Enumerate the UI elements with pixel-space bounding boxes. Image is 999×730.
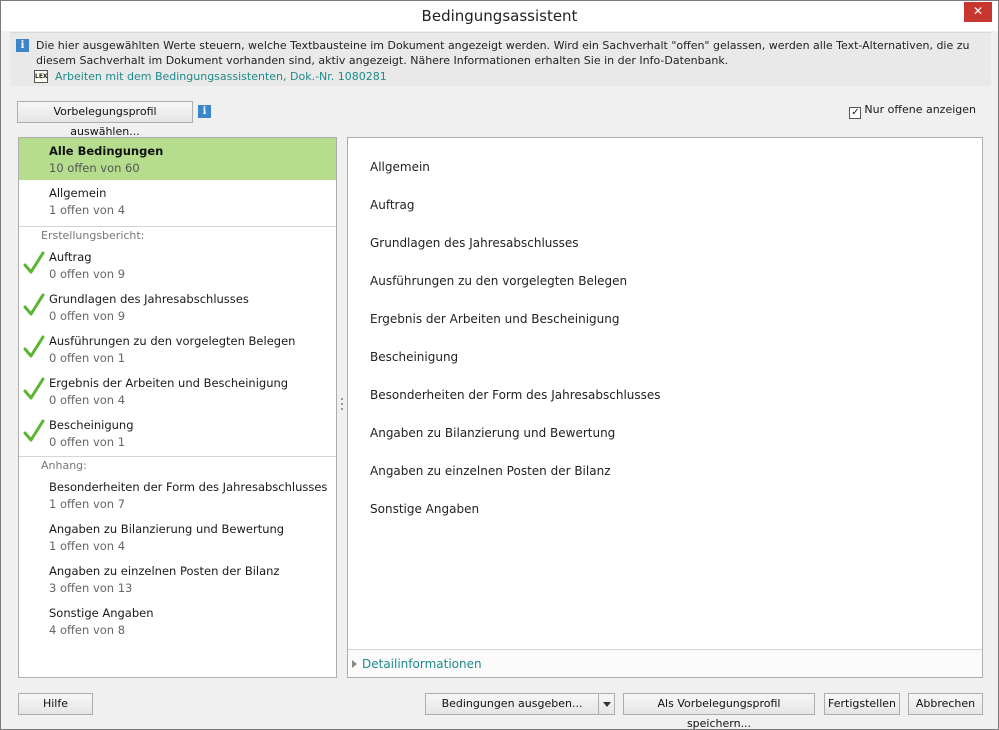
list-item-title: Angaben zu einzelnen Posten der Bilanz — [49, 564, 280, 578]
window-title: Bedingungsassistent — [421, 7, 578, 25]
divider — [19, 456, 336, 457]
list-item-title: Angaben zu Bilanzierung und Bewertung — [49, 522, 285, 536]
info-bar: i Die hier ausgewählten Werte steuern, w… — [10, 32, 991, 86]
list-item-title: Sonstige Angaben — [49, 606, 154, 620]
list-item-status: 0 offen von 9 — [49, 267, 126, 281]
list-item-title: Bescheinigung — [49, 418, 134, 432]
list-item-title: Ergebnis der Arbeiten und Bescheinigung — [49, 376, 289, 390]
list-item-allgemein[interactable]: Allgemein 1 offen von 4 — [19, 180, 336, 222]
save-profile-button[interactable]: Als Vorbelegungsprofil speichern... — [623, 693, 815, 730]
cancel-button[interactable]: Abbrechen — [908, 693, 983, 715]
section-label-anhang: Anhang: — [41, 459, 87, 472]
list-item-bescheinigung[interactable]: Bescheinigung 0 offen von 1 — [19, 412, 336, 454]
list-item-besonderheiten[interactable]: Besonderheiten der Form des Jahresabschl… — [19, 474, 336, 516]
list-item-title: Ausführungen zu den vorgelegten Belegen — [49, 334, 296, 348]
check-icon — [23, 293, 45, 316]
list-item-title: Besonderheiten der Form des Jahresabschl… — [49, 480, 328, 494]
list-item-ergebnis[interactable]: Ergebnis der Arbeiten und Bescheinigung … — [19, 370, 336, 412]
list-item-title: Alle Bedingungen — [49, 144, 164, 158]
info-icon: i — [16, 39, 29, 52]
list-item-grundlagen[interactable]: Grundlagen des Jahresabschlusses 0 offen… — [19, 286, 336, 328]
check-icon — [23, 377, 45, 400]
profile-info-icon[interactable]: i — [198, 105, 211, 118]
group-heading-allgemein[interactable]: Allgemein — [370, 160, 430, 174]
list-item-status: 1 offen von 4 — [49, 539, 126, 553]
list-item-title: Auftrag — [49, 250, 92, 264]
detail-info-expander[interactable]: Detailinformationen — [348, 649, 982, 677]
only-open-label: Nur offene anzeigen — [864, 103, 976, 116]
group-heading-posten-bilanz[interactable]: Angaben zu einzelnen Posten der Bilanz — [370, 464, 611, 478]
info-text: Die hier ausgewählten Werte steuern, wel… — [36, 39, 970, 67]
info-database-link[interactable]: Arbeiten mit dem Bedingungsassistenten, … — [55, 70, 387, 83]
list-item-status: 0 offen von 4 — [49, 393, 126, 407]
group-heading-besonderheiten[interactable]: Besonderheiten der Form des Jahresabschl… — [370, 388, 661, 402]
detail-info-label: Detailinformationen — [362, 657, 482, 671]
group-heading-ergebnis[interactable]: Ergebnis der Arbeiten und Bescheinigung — [370, 312, 619, 326]
close-button[interactable]: ✕ — [964, 2, 992, 22]
panel-splitter[interactable] — [340, 398, 344, 416]
list-item-title: Allgemein — [49, 186, 107, 200]
list-item-status: 10 offen von 60 — [49, 161, 140, 175]
list-item-status: 1 offen von 7 — [49, 497, 126, 511]
list-item-status: 3 offen von 13 — [49, 581, 133, 595]
group-heading-ausfuehrungen[interactable]: Ausführungen zu den vorgelegten Belegen — [370, 274, 627, 288]
list-item-auftrag[interactable]: Auftrag 0 offen von 9 — [19, 244, 336, 286]
condition-group-list: Alle Bedingungen 10 offen von 60 Allgeme… — [18, 137, 337, 678]
group-heading-sonstige[interactable]: Sonstige Angaben — [370, 502, 479, 516]
check-icon — [23, 419, 45, 442]
list-item-status: 0 offen von 1 — [49, 351, 126, 365]
only-open-checkbox[interactable]: ✓ — [849, 107, 862, 119]
list-item-status: 0 offen von 9 — [49, 309, 126, 323]
list-item-status: 1 offen von 4 — [49, 203, 126, 217]
help-button[interactable]: Hilfe — [18, 693, 93, 715]
group-heading-bescheinigung[interactable]: Bescheinigung — [370, 350, 458, 364]
list-item-title: Grundlagen des Jahresabschlusses — [49, 292, 249, 306]
finish-button[interactable]: Fertigstellen — [824, 693, 900, 715]
group-heading-bilanzierung[interactable]: Angaben zu Bilanzierung und Bewertung — [370, 426, 615, 440]
lex-document-icon: LEX — [34, 70, 48, 83]
section-label-erstellungsbericht: Erstellungsbericht: — [41, 229, 145, 242]
list-item-sonstige[interactable]: Sonstige Angaben 4 offen von 8 — [19, 600, 336, 642]
list-item-posten-bilanz[interactable]: Angaben zu einzelnen Posten der Bilanz 3… — [19, 558, 336, 600]
check-icon — [23, 335, 45, 358]
close-icon: ✕ — [972, 4, 984, 18]
list-item-bilanzierung[interactable]: Angaben zu Bilanzierung und Bewertung 1 … — [19, 516, 336, 558]
list-item-status: 0 offen von 1 — [49, 435, 126, 449]
group-heading-auftrag[interactable]: Auftrag — [370, 198, 414, 212]
list-item-status: 4 offen von 8 — [49, 623, 126, 637]
list-item-all-conditions[interactable]: Alle Bedingungen 10 offen von 60 — [19, 138, 336, 180]
output-conditions-button[interactable]: Bedingungen ausgeben... — [425, 693, 599, 715]
list-item-ausfuehrungen[interactable]: Ausführungen zu den vorgelegten Belegen … — [19, 328, 336, 370]
condition-detail-panel: Allgemein Auftrag Grundlagen des Jahresa… — [347, 137, 983, 678]
dialog-window: Bedingungsassistent ✕ i Die hier ausgewä… — [0, 0, 999, 730]
expand-arrow-icon — [352, 660, 357, 668]
select-profile-button[interactable]: Vorbelegungsprofil auswählen... — [17, 101, 193, 138]
divider — [19, 226, 336, 227]
check-icon — [23, 251, 45, 274]
output-dropdown-arrow-icon[interactable] — [598, 693, 615, 715]
group-heading-grundlagen[interactable]: Grundlagen des Jahresabschlusses — [370, 236, 579, 250]
only-open-toggle[interactable]: ✓ Nur offene anzeigen — [849, 103, 976, 119]
title-bar[interactable]: Bedingungsassistent ✕ — [1, 1, 998, 31]
